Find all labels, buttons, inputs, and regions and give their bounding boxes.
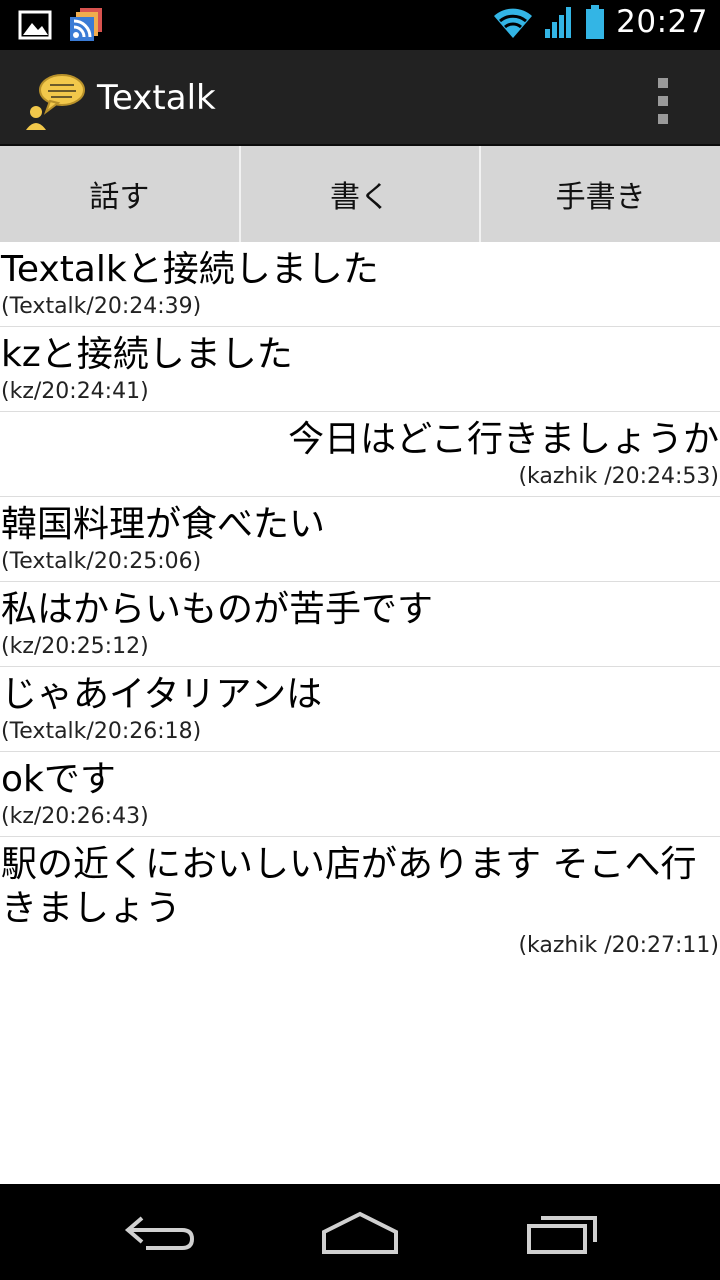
message-meta: (Textalk/20:24:39) (1, 294, 202, 319)
message-meta: (Textalk/20:25:06) (1, 549, 202, 574)
home-icon[interactable] (310, 1204, 410, 1260)
message-text: kzと接続しました (1, 334, 293, 375)
tab-write[interactable]: 書く (240, 146, 482, 242)
message-meta: (kz/20:26:43) (1, 804, 149, 829)
battery-icon (586, 5, 605, 39)
overflow-menu-icon[interactable] (648, 78, 678, 124)
mode-tab-bar: 話す 書く 手書き (0, 146, 720, 242)
overflow-dot (658, 96, 668, 106)
app-title: Textalk (97, 78, 216, 118)
clock: 20:27 (616, 4, 708, 40)
gallery-icon (18, 10, 52, 40)
list-item: 駅の近くにおいしい店があります そこへ行きましょう (kazhik /20:27… (0, 837, 720, 965)
message-meta: (kz/20:25:12) (1, 634, 149, 659)
rss-reader-icon (70, 8, 102, 41)
message-text: okです (1, 759, 116, 800)
list-item: じゃあイタリアンは (Textalk/20:26:18) (0, 667, 720, 752)
tab-speak[interactable]: 話す (0, 146, 241, 242)
tab-handwrite[interactable]: 手書き (481, 146, 720, 242)
list-item: kzと接続しました (kz/20:24:41) (0, 327, 720, 412)
message-text: 私はからいものが苦手です (1, 589, 434, 630)
message-meta: (kazhik /20:24:53) (518, 464, 719, 489)
recent-apps-icon[interactable] (515, 1204, 615, 1260)
message-text: じゃあイタリアンは (1, 674, 323, 715)
list-item: 韓国料理が食べたい (Textalk/20:25:06) (0, 497, 720, 582)
list-item: 今日はどこ行きましょうか (kazhik /20:24:53) (0, 412, 720, 497)
wifi-icon (494, 8, 533, 38)
status-bar: 20:27 (0, 0, 720, 50)
back-icon[interactable] (110, 1204, 210, 1260)
system-status: 20:27 (492, 4, 708, 40)
message-text: 今日はどこ行きましょうか (288, 419, 719, 460)
overflow-dot (658, 114, 668, 124)
message-list[interactable]: Textalkと接続しました (Textalk/20:24:39) kzと接続し… (0, 242, 720, 1184)
list-item: 私はからいものが苦手です (kz/20:25:12) (0, 582, 720, 667)
message-text: 韓国料理が食べたい (1, 504, 326, 545)
message-text: 駅の近くにおいしい店があります そこへ行きましょう (1, 844, 697, 929)
message-meta: (Textalk/20:26:18) (1, 719, 202, 744)
overflow-dot (658, 78, 668, 88)
signal-icon (545, 7, 572, 38)
list-item: okです (kz/20:26:43) (0, 752, 720, 837)
action-bar: Textalk (0, 50, 720, 146)
message-text: Textalkと接続しました (1, 249, 379, 290)
message-meta: (kz/20:24:41) (1, 379, 149, 404)
navigation-bar (0, 1184, 720, 1280)
notification-icons (18, 8, 104, 42)
list-item: Textalkと接続しました (Textalk/20:24:39) (0, 242, 720, 327)
speech-bubble-person-icon[interactable] (24, 72, 88, 136)
message-meta: (kazhik /20:27:11) (518, 933, 719, 958)
